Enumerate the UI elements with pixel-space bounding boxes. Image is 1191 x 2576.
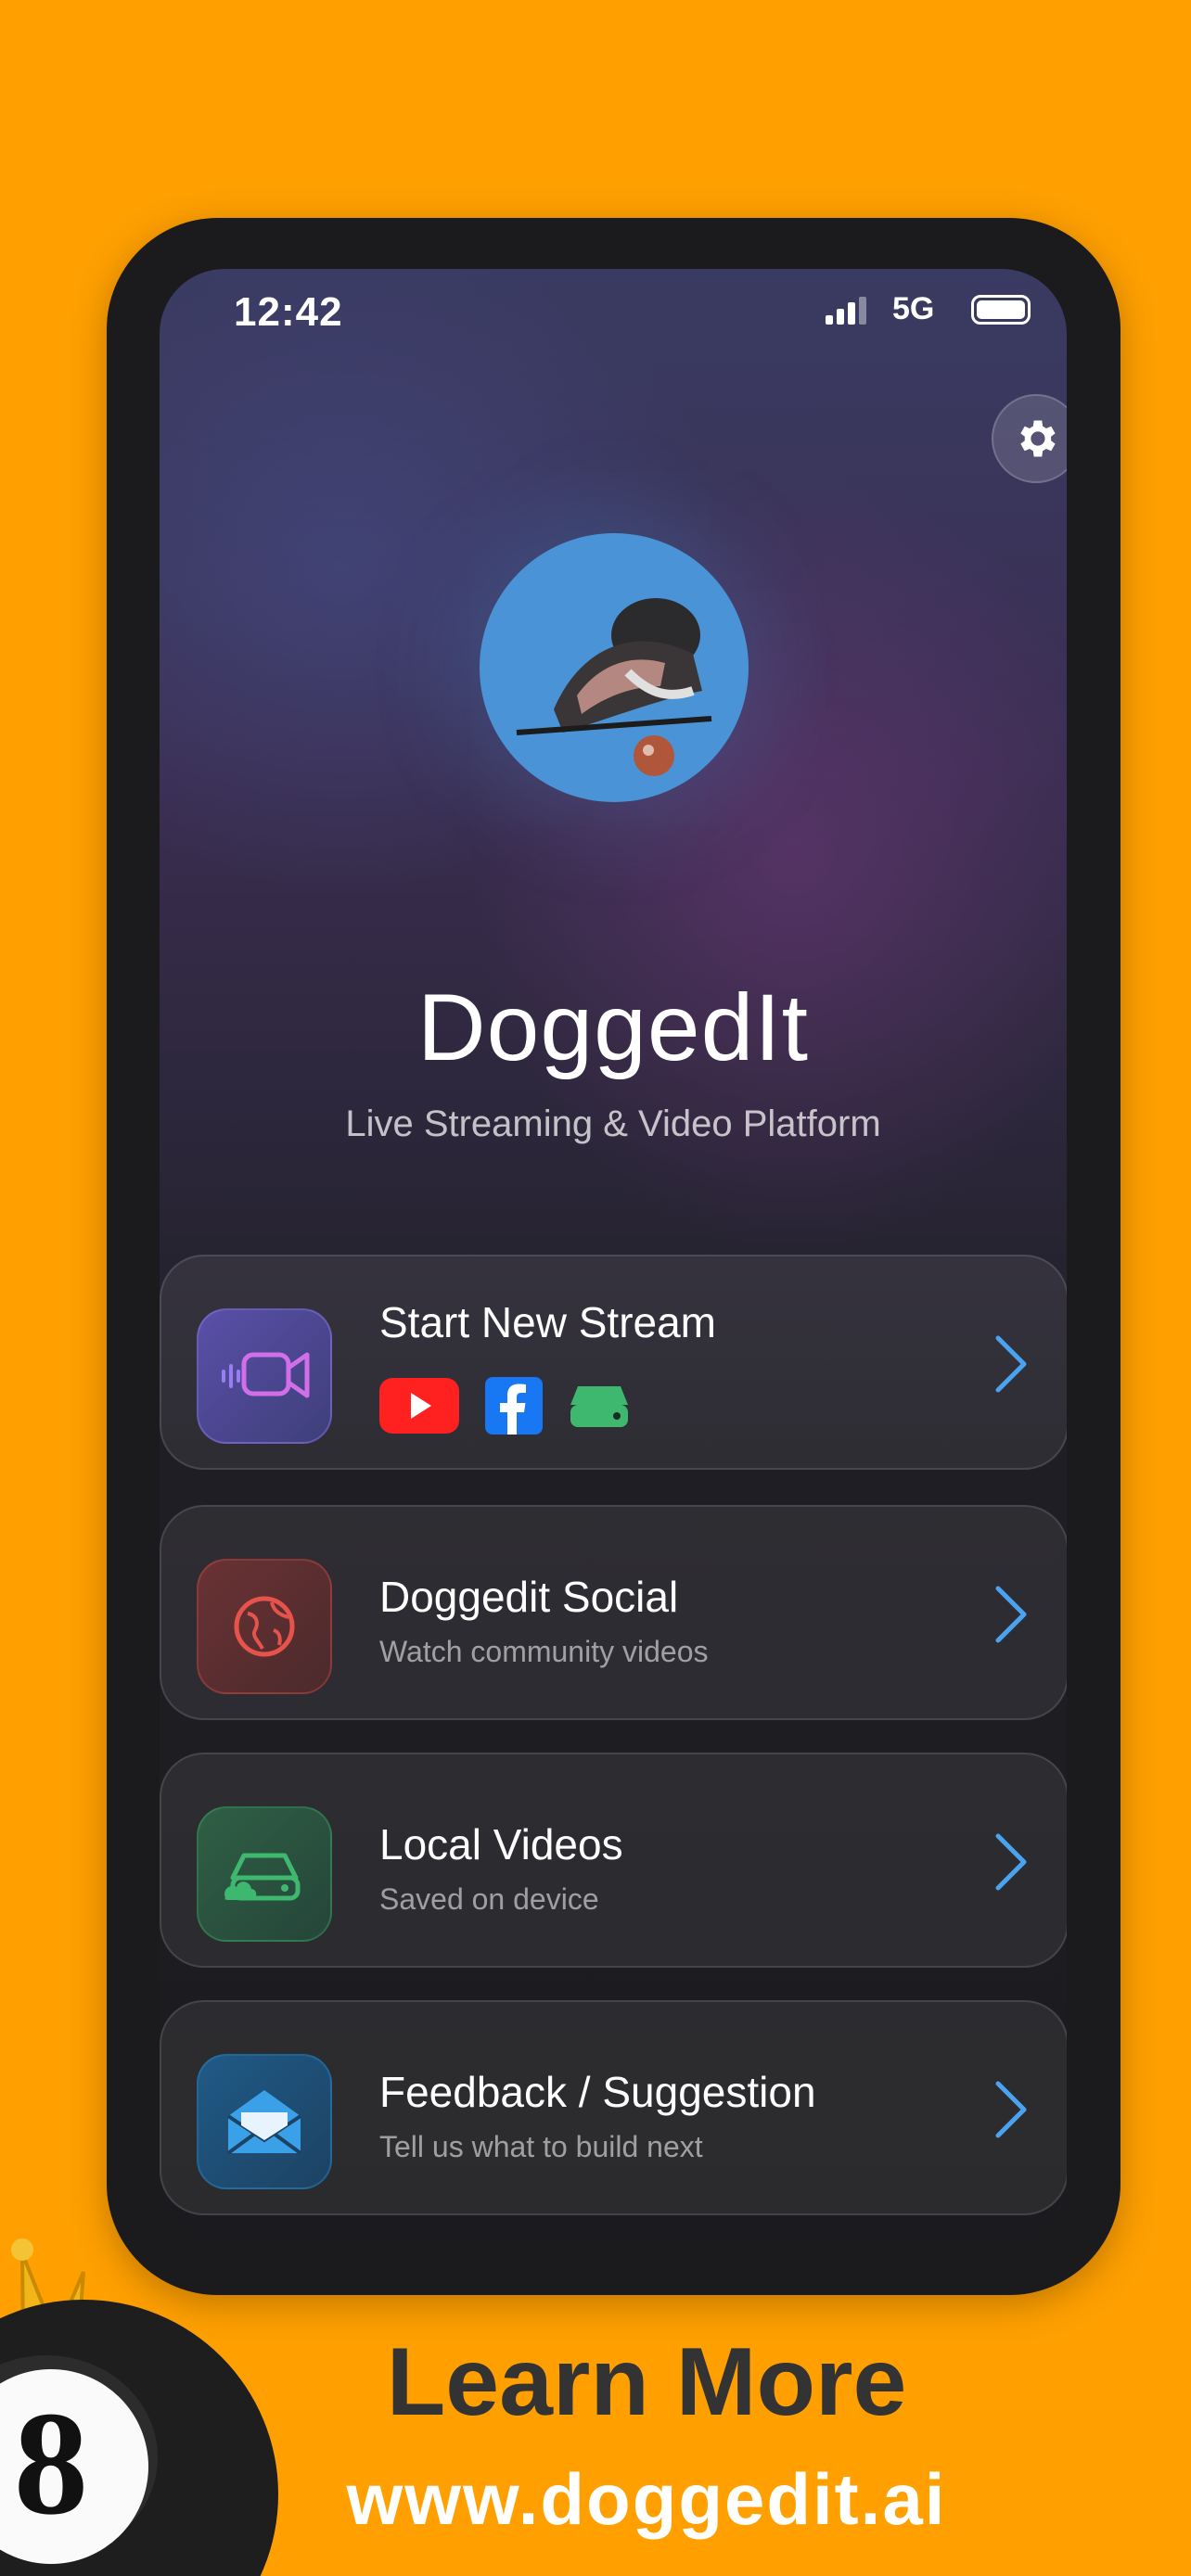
app-subtitle: Live Streaming & Video Platform [345,1103,881,1144]
feedback-card[interactable]: Feedback / Suggestion Tell us what to bu… [160,2000,1067,2215]
gear-icon [1020,420,1056,457]
youtube-icon[interactable] [379,1378,459,1434]
card-subtitle: Watch community videos [379,1635,709,1668]
status-time: 12:42 [234,289,343,335]
card-subtitle: Saved on device [379,1882,599,1916]
card-title: Local Videos [379,1820,623,1868]
card-title: Feedback / Suggestion [379,2068,816,2116]
envelope-icon [197,2054,332,2189]
video-camera-icon [197,1308,332,1444]
card-title: Doggedit Social [379,1573,679,1621]
globe-icon [197,1559,332,1694]
app-logo [480,533,749,802]
signal-icon [826,297,866,325]
chevron-right-icon [995,1833,1027,1891]
chevron-right-icon [995,1335,1027,1393]
card-subtitle: Tell us what to build next [379,2130,703,2163]
card-title: Start New Stream [379,1298,716,1346]
platform-icons [379,1377,630,1435]
local-videos-card[interactable]: Local Videos Saved on device [160,1753,1067,1968]
app-screen: 12:42 5G DoggedIt Live Streaming & Video… [160,269,1067,2242]
phone-frame: 12:42 5G DoggedIt Live Streaming & Video… [107,218,1121,2295]
storage-icon[interactable] [569,1383,630,1429]
chevron-right-icon [995,1586,1027,1643]
chevron-right-icon [995,2081,1027,2138]
status-bar: 12:42 5G [160,269,1067,352]
settings-button[interactable] [992,394,1067,483]
network-label: 5G [892,291,935,326]
start-stream-card[interactable]: Start New Stream [160,1255,1067,1470]
website-link[interactable]: www.doggedit.ai [0,2457,1191,2542]
doggedit-social-card[interactable]: Doggedit Social Watch community videos [160,1505,1067,1720]
local-storage-icon [197,1806,332,1942]
facebook-icon[interactable] [485,1377,543,1435]
battery-icon [971,295,1031,325]
pool-player-illustration [516,598,712,776]
app-title: DoggedIt [417,975,809,1080]
learn-more-heading[interactable]: Learn More [0,2327,1191,2438]
